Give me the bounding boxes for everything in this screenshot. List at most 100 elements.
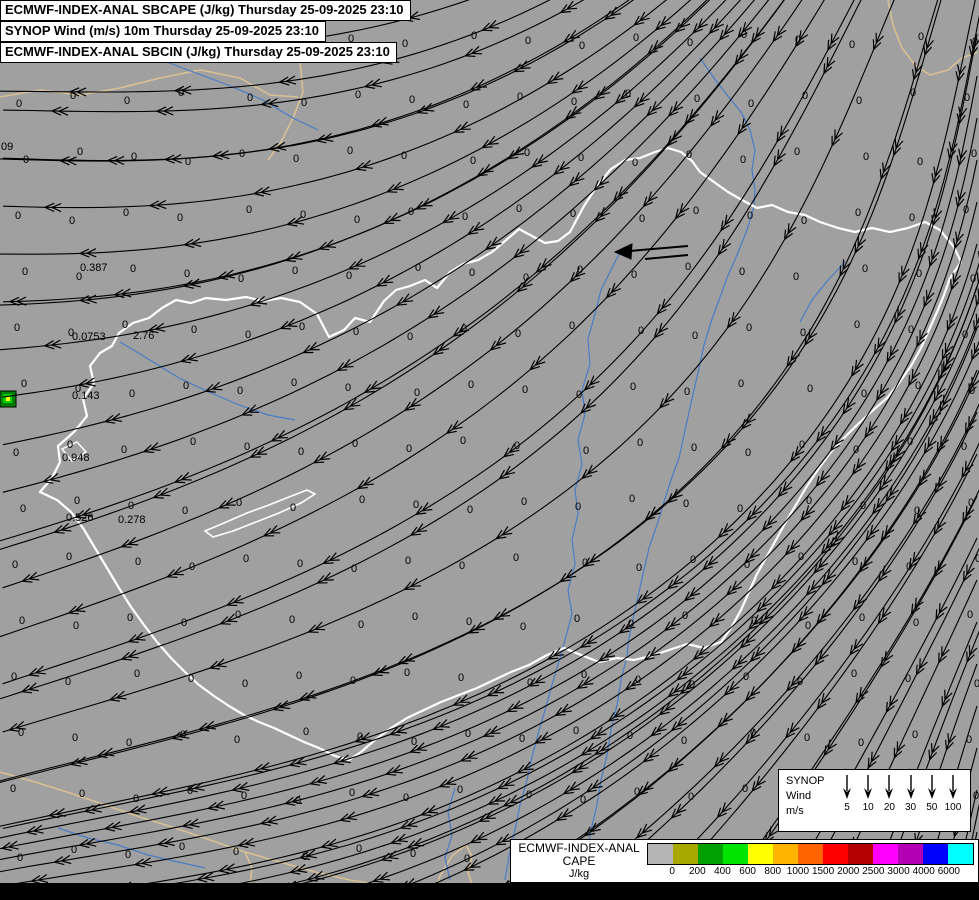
grid-value-label: 0 — [238, 273, 244, 285]
grid-value-label: 0 — [914, 505, 920, 517]
grid-value-label: 0 — [298, 446, 304, 458]
grid-value-label: 0 — [802, 90, 808, 102]
grid-value-label: 0 — [465, 728, 471, 740]
grid-value-label: 0 — [570, 208, 576, 220]
grid-value-label: 0 — [357, 731, 363, 743]
grid-value-label: 0 — [301, 97, 307, 109]
grid-value-label: 0 — [519, 733, 525, 745]
grid-value-label: 0 — [800, 327, 806, 339]
grid-value-label: 0 — [403, 792, 409, 804]
colorbar-tick-label: 800 — [764, 866, 782, 877]
grid-value-label: 0 — [133, 793, 139, 805]
grid-value-label: 0 — [737, 503, 743, 515]
title-line-sbcin: ECMWF-INDEX-ANAL SBCIN (J/kg) Thursday 2… — [0, 42, 397, 63]
grid-value-label: 0 — [243, 553, 249, 565]
colorbar-tick-label: 1000 — [786, 866, 810, 877]
grid-value-label: 0 — [583, 445, 589, 457]
grid-value-label: 0 — [295, 795, 301, 807]
grid-value-label: 0 — [863, 151, 869, 163]
grid-value-label: 0 — [459, 560, 465, 572]
wind-arrow-icon — [843, 775, 851, 799]
wind-legend-subtitle: Wind — [786, 789, 812, 802]
grid-value-label: 0 — [405, 555, 411, 567]
grid-value-label: 0 — [579, 40, 585, 52]
grid-value-label: 0 — [183, 380, 189, 392]
colorbar-tick-label: 400 — [714, 866, 731, 877]
grid-value-label: 0 — [520, 621, 526, 633]
grid-value-label: 0 — [346, 270, 352, 282]
grid-value-label: 0 — [15, 210, 21, 222]
rivers-layer — [57, 54, 846, 881]
grid-value-label: 0 — [517, 91, 523, 103]
grid-value-label: 0 — [13, 447, 19, 459]
grid-value-label: 0 — [291, 377, 297, 389]
grid-value-label: 0 — [128, 500, 134, 512]
wind-speed-label: 30 — [905, 802, 917, 813]
grid-value-label: 0 — [244, 441, 250, 453]
grid-value-label: 0 — [964, 92, 970, 104]
grid-value-label: 0 — [525, 35, 531, 47]
grid-value-label: 0 — [918, 31, 924, 43]
colorbar-cell — [948, 844, 973, 864]
grid-value-label: 0 — [469, 267, 475, 279]
grid-value-label: 0 — [127, 612, 133, 624]
wind-speed-label: 50 — [926, 802, 938, 813]
grid-value-label: 0 — [975, 553, 979, 565]
grid-value-label: 0 — [246, 204, 252, 216]
grid-value-label: 0 — [852, 556, 858, 568]
wind-legend-scale: 5 10 20 30 50 100 — [836, 770, 970, 831]
colorbar-tick-label: 0 — [669, 866, 675, 877]
grid-value-label: 0 — [70, 90, 76, 102]
grid-value-label: 0 — [241, 790, 247, 802]
wind-arrow-icon — [906, 775, 915, 799]
grid-value-label: 0 — [806, 495, 812, 507]
colorbar-cell — [648, 844, 673, 864]
grid-value-label: 0 — [134, 668, 140, 680]
grid-value-label: 0 — [20, 503, 26, 515]
grid-value-label: 0 — [178, 87, 184, 99]
grid-value-label: 0 — [795, 34, 801, 46]
grid-value-label: 0 — [67, 439, 73, 451]
title-box: ECMWF-INDEX-ANAL SBCAPE (J/kg) Thursday … — [0, 0, 411, 63]
grid-value-label: 0 — [471, 30, 477, 42]
grid-value-label: 0 — [573, 725, 579, 737]
title-line-sbcape: ECMWF-INDEX-ANAL SBCAPE (J/kg) Thursday … — [0, 0, 411, 21]
colorbar-cell — [748, 844, 773, 864]
grid-value-label: 0 — [515, 328, 521, 340]
weather-map-canvas: 0 0 0 0 0 0 0 0 0 0 0 0 0 0 0 0 0 0 0 0 0 0 0 0 0 0 0 0 0 0 0 0 0 0 0 0 0 0 0 0… — [0, 0, 979, 900]
grid-value-label: 0 — [350, 675, 356, 687]
grid-value-label: 0 — [345, 382, 351, 394]
cape-colorbar-legend: ECMWF-INDEX-ANAL CAPE J/kg 0 200 400 600 800… — [510, 839, 979, 883]
wind-speed-label: 20 — [883, 802, 895, 813]
colorbar-cell — [898, 844, 923, 864]
grid-value-label: 0 — [21, 378, 27, 390]
grid-value-label: 0 — [578, 152, 584, 164]
grid-value-label: 0 — [905, 673, 911, 685]
wind-speed-label: 5 — [844, 802, 850, 813]
grid-value-label: 0 — [751, 615, 757, 627]
grid-value-label: 0 — [799, 439, 805, 451]
grid-value-label: 0 — [746, 322, 752, 334]
grid-value-label: 0 — [748, 98, 754, 110]
grid-value-label: 0 — [292, 265, 298, 277]
grid-value-label: 0 — [410, 848, 416, 860]
colorbar-cell — [723, 844, 748, 864]
wind-speed-column: 5 — [838, 773, 856, 813]
grid-value-label: 0 — [122, 319, 128, 331]
grid-value-label: 0 — [747, 210, 753, 222]
grid-value-label: 0 — [801, 215, 807, 227]
grid-value-label: 0 — [750, 727, 756, 739]
grid-value-label: 0 — [303, 726, 309, 738]
wind-speed-column: 50 — [923, 773, 941, 813]
grid-value-label: 0 — [522, 384, 528, 396]
wind-arrow-icon — [885, 775, 894, 799]
colorbar-cell — [773, 844, 798, 864]
grid-value-label: 0 — [685, 261, 691, 273]
grid-value-label: 0 — [66, 551, 72, 563]
grid-value-label: 0 — [74, 495, 80, 507]
grid-value-label: 0 — [693, 205, 699, 217]
grid-value-label: 0 — [242, 678, 248, 690]
grid-value-label: 0 — [239, 148, 245, 160]
grid-value-label: 0 — [794, 146, 800, 158]
grid-value-label: 0 — [187, 785, 193, 797]
